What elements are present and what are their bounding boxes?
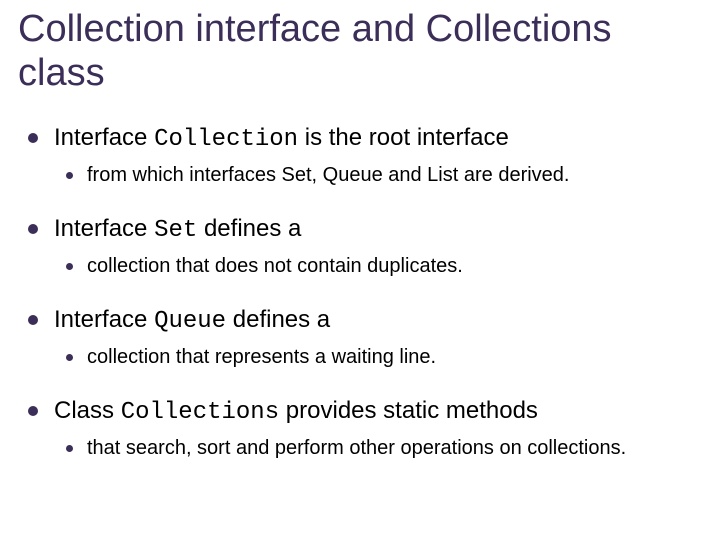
bullet-3-sub-text: collection that represents a waiting lin… bbox=[87, 345, 436, 370]
bullet-2-post: defines a bbox=[197, 215, 301, 242]
bullet-4-text: Class Collections provides static method… bbox=[54, 396, 538, 428]
bullet-icon bbox=[66, 263, 73, 270]
bullet-2-pre: Interface bbox=[54, 215, 154, 242]
bullet-icon bbox=[28, 406, 38, 416]
bullet-4-sub-text: that search, sort and perform other oper… bbox=[87, 436, 626, 461]
bullet-3-text: Interface Queue defines a bbox=[54, 305, 330, 337]
bullet-2-code: Set bbox=[154, 217, 197, 244]
bullet-icon bbox=[28, 315, 38, 325]
bullet-2-sub-text: collection that does not contain duplica… bbox=[87, 254, 463, 279]
bullet-icon bbox=[66, 445, 73, 452]
bullet-4-post: provides static methods bbox=[279, 397, 538, 424]
bullet-icon bbox=[28, 133, 38, 143]
slide-title: Collection interface and Collections cla… bbox=[18, 8, 702, 95]
bullet-3-sub: collection that represents a waiting lin… bbox=[66, 345, 702, 370]
bullet-icon bbox=[28, 224, 38, 234]
bullet-4-pre: Class bbox=[54, 397, 121, 424]
bullet-3: Interface Queue defines a bbox=[28, 305, 702, 337]
bullet-4: Class Collections provides static method… bbox=[28, 396, 702, 428]
bullet-2-sub: collection that does not contain duplica… bbox=[66, 254, 702, 279]
bullet-1-post: is the root interface bbox=[298, 124, 509, 151]
bullet-3-pre: Interface bbox=[54, 306, 154, 333]
bullet-icon bbox=[66, 354, 73, 361]
bullet-4-sub: that search, sort and perform other oper… bbox=[66, 436, 702, 461]
bullet-3-post: defines a bbox=[226, 306, 330, 333]
bullet-1-text: Interface Collection is the root interfa… bbox=[54, 123, 509, 155]
bullet-2: Interface Set defines a bbox=[28, 214, 702, 246]
slide: Collection interface and Collections cla… bbox=[0, 0, 720, 540]
bullet-1: Interface Collection is the root interfa… bbox=[28, 123, 702, 155]
bullet-3-code: Queue bbox=[154, 308, 226, 335]
bullet-1-sub-text: from which interfaces Set, Queue and Lis… bbox=[87, 163, 569, 188]
bullet-1-code: Collection bbox=[154, 126, 298, 153]
bullet-2-text: Interface Set defines a bbox=[54, 214, 301, 246]
bullet-icon bbox=[66, 172, 73, 179]
bullet-4-code: Collections bbox=[121, 399, 279, 426]
bullet-1-sub: from which interfaces Set, Queue and Lis… bbox=[66, 163, 702, 188]
bullet-1-pre: Interface bbox=[54, 124, 154, 151]
